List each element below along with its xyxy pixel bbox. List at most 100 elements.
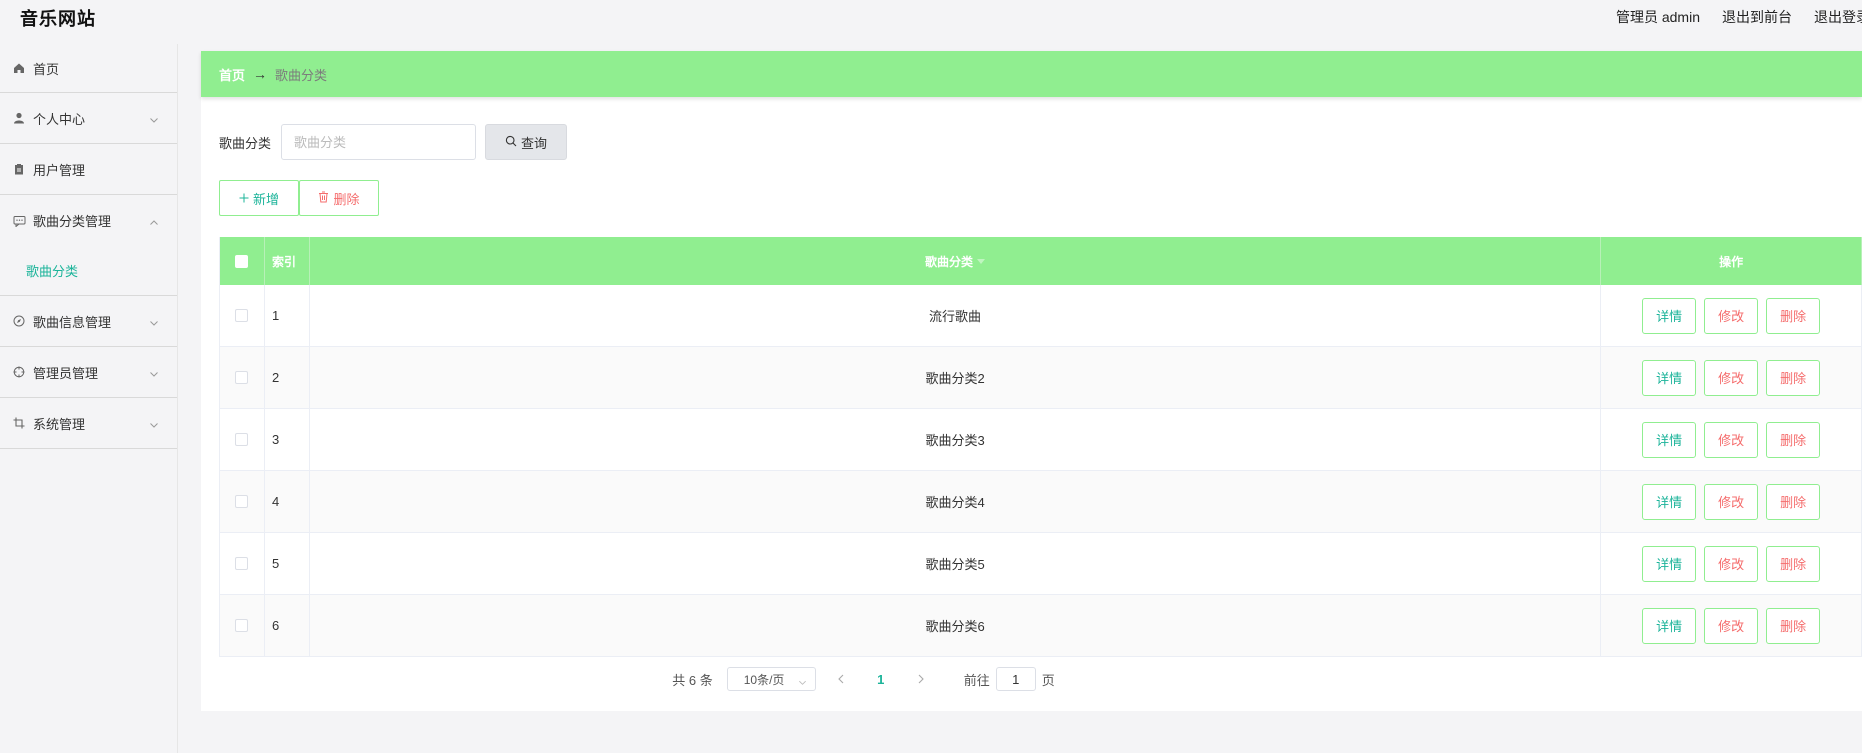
table-row: 2 歌曲分类2 详情 修改 删除 [220,347,1862,409]
sidebar-subitem-song-category[interactable]: 歌曲分类 [0,246,177,296]
edit-button[interactable]: 修改 [1704,545,1759,582]
admin-label: 管理员 admin [1615,9,1700,25]
exit-front-link[interactable]: 退出到前台 [1722,7,1792,27]
table-header: 索引 歌曲分类 操作 [220,237,1862,285]
detail-button[interactable]: 详情 [1642,607,1697,644]
detail-button[interactable]: 详情 [1642,421,1697,458]
header-actions: 管理员 admin 退出到前台 退出登录 [1616,7,1862,27]
row-checkbox[interactable] [235,619,249,632]
prev-page-button[interactable] [826,672,856,687]
select-all-checkbox[interactable] [235,254,249,268]
goto-prefix: 前往 [963,672,990,688]
chevron-down-icon [149,316,159,326]
header-category[interactable]: 歌曲分类 [310,237,1602,285]
header-checkbox-cell [220,237,265,285]
row-category-name: 流行歌曲 [310,285,1602,346]
header-index: 索引 [265,237,310,285]
row-index: 3 [265,409,310,470]
goto-page-input[interactable] [995,667,1036,691]
sidebar-item-song-info-management[interactable]: 歌曲信息管理 [0,296,177,347]
next-page-button[interactable] [906,672,936,687]
row-checkbox-cell [220,409,265,470]
sidebar-item-label: 歌曲分类管理 [33,214,112,229]
row-category-name: 歌曲分类2 [310,347,1602,408]
row-operations: 详情 修改 删除 [1601,409,1862,470]
logout-link[interactable]: 退出登录 [1814,7,1862,27]
table-row: 3 歌曲分类3 详情 修改 删除 [220,409,1862,471]
user-icon [12,111,26,125]
sidebar-item-home[interactable]: 首页 [0,44,177,93]
detail-button[interactable]: 详情 [1642,483,1697,520]
sidebar-item-label: 歌曲信息管理 [33,314,112,330]
query-button[interactable]: 查询 [485,124,568,160]
header-operations: 操作 [1601,237,1862,285]
detail-button[interactable]: 详情 [1642,545,1697,582]
row-checkbox-cell [220,595,265,656]
row-index: 4 [265,471,310,532]
search-label: 歌曲分类 [219,135,272,151]
batch-delete-button[interactable]: 删除 [299,180,379,216]
chat-icon [12,214,26,228]
edit-button[interactable]: 修改 [1704,421,1759,458]
detail-button[interactable]: 详情 [1642,359,1697,396]
row-checkbox-cell [220,471,265,532]
header-category-label: 歌曲分类 [925,254,974,269]
sidebar-item-system-management[interactable]: 系统管理 [0,398,177,449]
delete-button[interactable]: 删除 [1766,297,1821,334]
row-category-name: 歌曲分类6 [310,595,1602,656]
edit-button[interactable]: 修改 [1704,607,1759,644]
top-header: 音乐网站 管理员 admin 退出到前台 退出登录 [0,0,1862,34]
chevron-down-icon [798,676,807,690]
delete-button[interactable]: 删除 [1766,545,1821,582]
row-checkbox[interactable] [235,371,249,384]
chevron-down-icon [149,367,159,377]
sort-caret-icon[interactable] [977,258,986,264]
sidebar-item-song-category-management[interactable]: 歌曲分类管理 [0,195,177,246]
sidebar-item-label: 首页 [33,61,60,77]
delete-button[interactable]: 删除 [1766,483,1821,520]
edit-button[interactable]: 修改 [1704,297,1759,334]
chevron-up-icon [149,216,159,226]
search-input[interactable] [281,124,477,160]
query-button-label: 查询 [521,135,548,151]
sidebar-item-user-management[interactable]: 用户管理 [0,144,177,195]
row-index: 6 [265,595,310,656]
add-button[interactable]: 新增 [219,180,299,216]
sidebar-item-admin-management[interactable]: 管理员管理 [0,347,177,398]
delete-button[interactable]: 删除 [1766,607,1821,644]
row-operations: 详情 修改 删除 [1601,285,1862,346]
row-operations: 详情 修改 删除 [1601,347,1862,408]
row-operations: 详情 修改 删除 [1601,595,1862,656]
detail-button[interactable]: 详情 [1642,297,1697,334]
edit-button[interactable]: 修改 [1704,359,1759,396]
delete-button[interactable]: 删除 [1766,421,1821,458]
delete-button[interactable]: 删除 [1766,359,1821,396]
row-checkbox[interactable] [235,433,249,446]
table-row: 6 歌曲分类6 详情 修改 删除 [220,595,1862,657]
sidebar-item-personal-center[interactable]: 个人中心 [0,93,177,144]
page-number-current[interactable]: 1 [866,672,896,687]
row-checkbox[interactable] [235,495,249,508]
row-category-name: 歌曲分类3 [310,409,1602,470]
search-icon [505,135,517,150]
home-icon [12,61,26,75]
row-category-name: 歌曲分类5 [310,533,1602,594]
trash-icon [318,191,329,206]
row-checkbox[interactable] [235,309,249,322]
breadcrumb-home-link[interactable]: 首页 [219,65,245,84]
breadcrumb: 首页 → 歌曲分类 [201,51,1862,97]
sidebar-item-label: 管理员管理 [33,365,99,381]
chevron-down-icon [149,113,159,123]
row-operations: 详情 修改 删除 [1601,533,1862,594]
sidebar-item-label: 个人中心 [33,111,86,127]
page-size-select[interactable]: 10条/页 [726,667,816,691]
edit-button[interactable]: 修改 [1704,483,1759,520]
row-checkbox[interactable] [235,557,249,570]
chevron-down-icon [149,418,159,428]
page-jumper: 前往 页 [964,667,1055,691]
sidebar-item-label: 用户管理 [33,162,86,178]
row-checkbox-cell [220,347,265,408]
compass-icon [12,314,26,328]
clipboard-icon [12,162,26,176]
add-button-label: 新增 [252,191,279,207]
